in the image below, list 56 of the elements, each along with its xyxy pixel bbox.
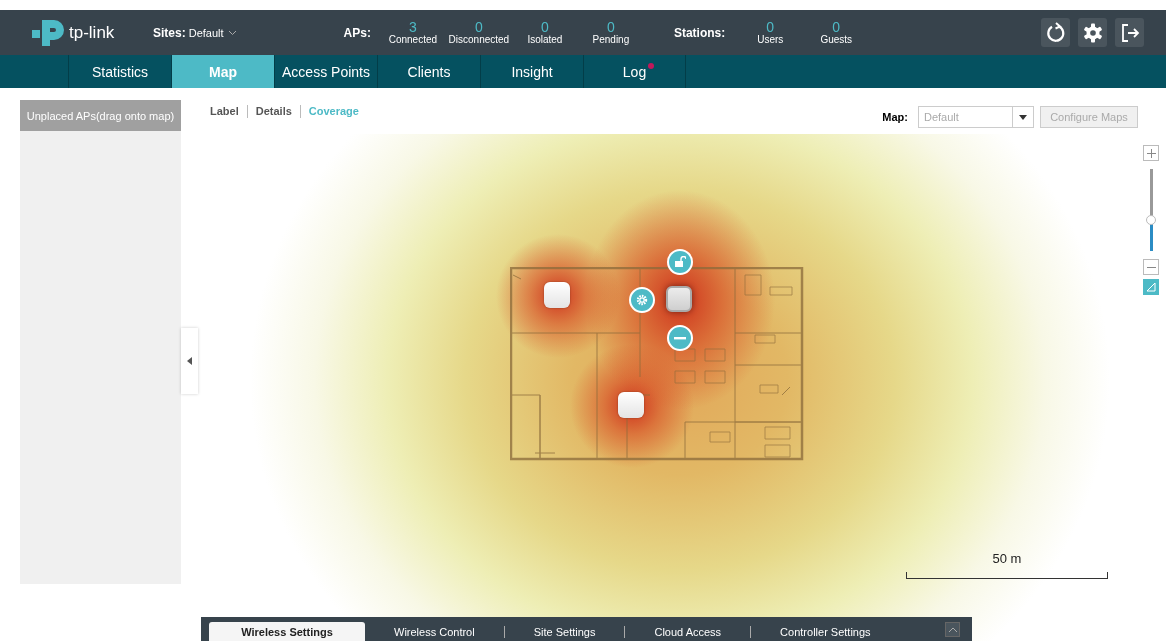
caret-icon	[948, 626, 957, 632]
stat-label: Guests	[820, 34, 853, 45]
refresh-button[interactable]	[1041, 18, 1070, 47]
logo-text: tp-link	[69, 22, 115, 43]
stat-label: Connected	[388, 34, 438, 45]
caret-icon	[1019, 114, 1027, 120]
panel-title: Unplaced APs(drag onto map)	[20, 100, 181, 131]
access-point-icon[interactable]	[544, 282, 570, 308]
fit-button[interactable]	[1143, 279, 1159, 295]
plus-icon	[1146, 148, 1156, 158]
settings-icon	[1081, 21, 1104, 44]
chevron-icon	[227, 29, 237, 36]
bottom-tab[interactable]: Controller Settings	[751, 622, 900, 641]
site-dropdown[interactable]: Default	[188, 26, 237, 39]
unlock-icon	[674, 256, 686, 268]
stat-label: Disconnected	[448, 34, 510, 45]
sites-label: Sites:	[153, 25, 186, 40]
minus-icon	[1146, 266, 1156, 268]
stat-value: 0	[766, 20, 775, 34]
zoom-out-button[interactable]	[1143, 259, 1159, 275]
view-option[interactable]: Label	[210, 105, 239, 117]
stations-label: Stations:	[673, 25, 726, 40]
caret-icon	[187, 357, 192, 365]
settings-button[interactable]	[1078, 18, 1107, 47]
nav-tab[interactable]: Access Points	[274, 55, 377, 88]
logo-icon	[30, 17, 66, 48]
stat-value: 0	[541, 20, 549, 34]
nav-tab[interactable]: Clients	[377, 55, 480, 88]
scale-label: 50 m	[992, 551, 1022, 566]
stat-label: Pending	[592, 34, 630, 45]
stat-label: Isolated	[527, 34, 563, 45]
minus-icon	[674, 336, 686, 340]
stat-value: 3	[409, 20, 417, 34]
zoom-slider[interactable]	[1149, 169, 1153, 251]
aps-label: APs:	[343, 25, 371, 40]
bottom-tab[interactable]: Wireless Settings	[209, 622, 365, 641]
logout-button[interactable]	[1115, 18, 1144, 47]
view-option[interactable]: Details	[255, 105, 292, 117]
triangle-icon	[1146, 282, 1156, 292]
expand-button[interactable]	[945, 621, 960, 637]
stat-value: 0	[832, 20, 841, 34]
map-label: Map:	[882, 111, 908, 123]
collapse-handle[interactable]	[181, 328, 198, 394]
nav-tab[interactable]: Insight	[480, 55, 583, 88]
settings-icon	[636, 294, 648, 306]
refresh-icon	[1044, 21, 1067, 44]
stat-value: 0	[475, 20, 483, 34]
zoom-in-button[interactable]	[1143, 145, 1159, 161]
bottom-tab[interactable]: Wireless Control	[365, 622, 504, 641]
stat-label: Users	[757, 34, 784, 45]
bottom-tab[interactable]: Cloud Access	[625, 622, 751, 641]
bottom-tab[interactable]: Site Settings	[504, 622, 625, 641]
nav-tab[interactable]: Log	[583, 55, 686, 88]
stat-value: 0	[607, 20, 615, 34]
access-point-icon[interactable]	[666, 286, 692, 312]
access-point-icon[interactable]	[618, 392, 644, 418]
